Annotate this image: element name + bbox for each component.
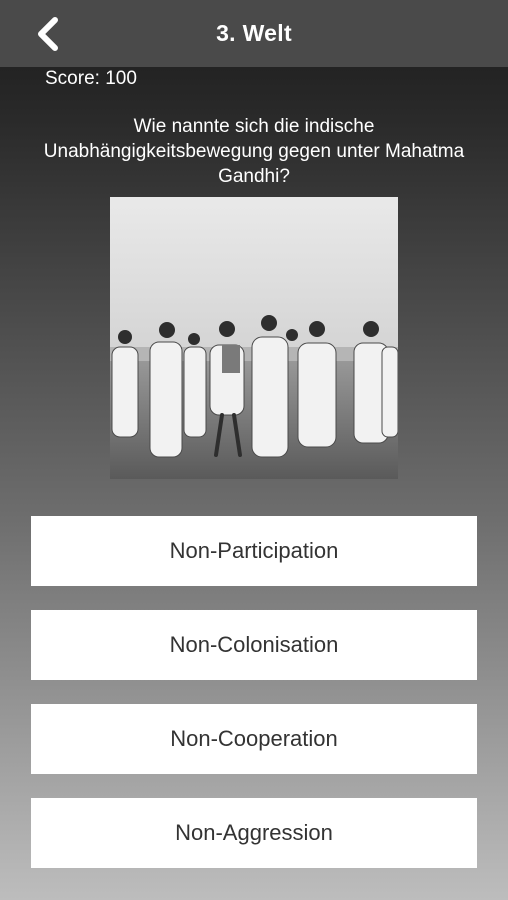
answer-button-1[interactable]: Non-Participation: [31, 516, 477, 586]
question-photo: [110, 197, 398, 479]
back-button[interactable]: [30, 16, 66, 52]
chevron-left-icon: [38, 17, 58, 51]
top-app-bar: 3. Welt: [0, 0, 508, 67]
question-text: Wie nannte sich die indische Unabhängigk…: [43, 116, 465, 187]
page-title: 3. Welt: [216, 20, 292, 46]
score-label: Score: 100: [45, 68, 137, 89]
answer-button-3[interactable]: Non-Cooperation: [31, 704, 477, 774]
answer-button-2[interactable]: Non-Colonisation: [31, 610, 477, 680]
answer-button-4[interactable]: Non-Aggression: [31, 798, 477, 868]
